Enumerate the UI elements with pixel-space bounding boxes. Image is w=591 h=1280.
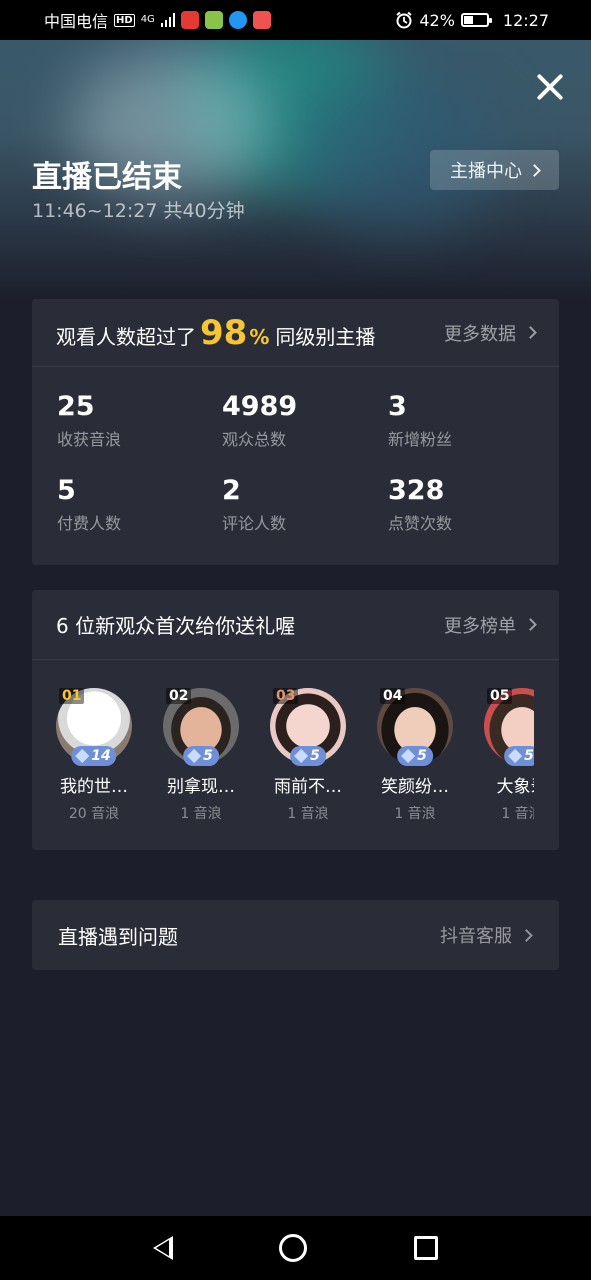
diamond-icon bbox=[294, 748, 309, 764]
rank-number: 03 bbox=[273, 688, 299, 704]
stat-value: 5 bbox=[57, 475, 76, 506]
stat-value: 4989 bbox=[222, 391, 298, 422]
stat-item: 2 评论人数 bbox=[222, 475, 286, 534]
carrier-label: 中国电信 bbox=[44, 12, 109, 31]
live-issue-title: 直播遇到问题 bbox=[58, 924, 178, 949]
stat-label: 评论人数 bbox=[222, 514, 287, 533]
alarm-icon bbox=[396, 11, 412, 29]
back-icon[interactable] bbox=[153, 1236, 174, 1260]
stat-value: 2 bbox=[222, 475, 241, 506]
level-value: 5 bbox=[203, 748, 213, 764]
level-value: 5 bbox=[417, 748, 427, 764]
signal-icon bbox=[160, 13, 175, 27]
stat-value: 3 bbox=[388, 391, 407, 422]
network-label: 4G bbox=[140, 14, 155, 25]
viewer-ranking-text: 观看人数超过了 98 % 同级别主播 bbox=[56, 313, 375, 353]
rank-number: 05 bbox=[487, 688, 513, 704]
gifter-name: 雨前不… bbox=[274, 777, 342, 797]
rank-number: 04 bbox=[380, 688, 406, 704]
gifts-title: 6 位新观众首次给你送礼喔 bbox=[56, 614, 296, 638]
stats-grid: 25 收获音浪 4989 观众总数 3 新增粉丝 5 付费人数 2 评论人数 3… bbox=[32, 367, 559, 563]
clock: 12:27 bbox=[502, 10, 549, 30]
more-rankings-link[interactable]: 更多榜单 bbox=[444, 612, 537, 638]
gifter-item[interactable]: 01 14 我的世… 20 音浪 bbox=[49, 688, 139, 823]
level-value: 5 bbox=[310, 748, 320, 764]
more-rankings-label: 更多榜单 bbox=[444, 615, 516, 637]
ranking-percent: 98 bbox=[200, 312, 248, 353]
diamond-icon bbox=[401, 748, 416, 764]
rank-number: 02 bbox=[166, 688, 192, 704]
gifter-name: 别拿现… bbox=[167, 777, 235, 797]
level-value: 5 bbox=[524, 748, 534, 764]
gifter-name: 笑颜纷… bbox=[381, 777, 449, 797]
chevron-right-icon bbox=[524, 618, 537, 631]
gifts-card: 6 位新观众首次给你送礼喔 更多榜单 01 14 我的世… 20 音浪 02 5… bbox=[32, 590, 559, 850]
level-badge: 5 bbox=[397, 746, 433, 766]
stat-item: 328 点赞次数 bbox=[388, 475, 452, 534]
app-notification-icon bbox=[228, 11, 247, 29]
level-value: 14 bbox=[91, 748, 111, 764]
app-notification-icon bbox=[180, 11, 199, 29]
stat-label: 新增粉丝 bbox=[388, 430, 453, 449]
gifter-item[interactable]: 03 5 雨前不… 1 音浪 bbox=[263, 688, 353, 823]
stat-item: 3 新增粉丝 bbox=[388, 391, 452, 450]
gifter-item[interactable]: 05 5 大象录 1 音浪 bbox=[477, 688, 534, 823]
close-button[interactable] bbox=[533, 70, 567, 104]
rank-number: 01 bbox=[59, 688, 85, 704]
more-data-link[interactable]: 更多数据 bbox=[444, 320, 537, 346]
battery-percent: 42% bbox=[419, 10, 455, 30]
stat-value: 328 bbox=[388, 475, 445, 506]
gifter-item[interactable]: 04 5 笑颜纷… 1 音浪 bbox=[370, 688, 460, 823]
app-notification-icon bbox=[252, 11, 271, 29]
gifter-amount: 1 音浪 bbox=[180, 806, 222, 822]
stat-label: 点赞次数 bbox=[388, 514, 453, 533]
stat-item: 25 收获音浪 bbox=[57, 391, 121, 450]
stat-label: 收获音浪 bbox=[57, 430, 122, 449]
level-badge: 5 bbox=[183, 746, 219, 766]
gifter-amount: 1 音浪 bbox=[287, 806, 329, 822]
chevron-right-icon bbox=[520, 928, 533, 942]
stat-item: 5 付费人数 bbox=[57, 475, 121, 534]
customer-service-link[interactable]: 抖音客服 bbox=[440, 922, 533, 948]
recent-apps-icon[interactable] bbox=[413, 1236, 438, 1260]
gifter-list[interactable]: 01 14 我的世… 20 音浪 02 5 别拿现… 1 音浪 03 5 雨前不… bbox=[32, 660, 534, 850]
stat-label: 观众总数 bbox=[222, 430, 287, 449]
stat-item: 4989 观众总数 bbox=[222, 391, 297, 450]
ranking-percent-sign: % bbox=[249, 324, 270, 349]
chevron-right-icon bbox=[524, 326, 537, 339]
gifter-amount: 1 音浪 bbox=[501, 806, 534, 822]
anchor-center-button[interactable]: 主播中心 bbox=[430, 150, 559, 190]
customer-service-label: 抖音客服 bbox=[440, 926, 512, 947]
more-data-label: 更多数据 bbox=[444, 323, 516, 345]
ranking-suffix: 同级别主播 bbox=[275, 324, 376, 349]
status-bar: 中国电信 HD 4G 42% 12:27 bbox=[0, 0, 591, 40]
home-icon[interactable] bbox=[279, 1234, 308, 1262]
chevron-right-icon bbox=[528, 163, 541, 177]
gifter-item[interactable]: 02 5 别拿现… 1 音浪 bbox=[156, 688, 246, 823]
gifter-amount: 20 音浪 bbox=[68, 806, 120, 822]
stat-label: 付费人数 bbox=[57, 514, 122, 533]
level-badge: 14 bbox=[71, 746, 117, 766]
hd-icon: HD bbox=[114, 13, 135, 27]
page-title: 直播已结束 bbox=[32, 160, 182, 195]
level-badge: 5 bbox=[290, 746, 326, 766]
gifter-name: 大象录 bbox=[496, 777, 535, 797]
live-issue-row[interactable]: 直播遇到问题 抖音客服 bbox=[32, 900, 559, 970]
gifter-name: 我的世… bbox=[60, 777, 128, 797]
diamond-icon bbox=[187, 748, 202, 764]
stats-card: 观看人数超过了 98 % 同级别主播 更多数据 25 收获音浪 4989 观众总… bbox=[32, 299, 559, 565]
app-notification-icon bbox=[204, 11, 223, 29]
battery-icon bbox=[460, 13, 492, 27]
stat-value: 25 bbox=[57, 391, 95, 422]
gifter-amount: 1 音浪 bbox=[394, 806, 436, 822]
diamond-icon bbox=[75, 748, 90, 764]
diamond-icon bbox=[508, 748, 523, 764]
anchor-center-label: 主播中心 bbox=[450, 161, 522, 182]
system-nav-bar bbox=[0, 1216, 591, 1280]
live-duration: 11:46~12:27 共40分钟 bbox=[32, 200, 245, 222]
ranking-prefix: 观看人数超过了 bbox=[56, 324, 196, 349]
level-badge: 5 bbox=[504, 746, 534, 766]
